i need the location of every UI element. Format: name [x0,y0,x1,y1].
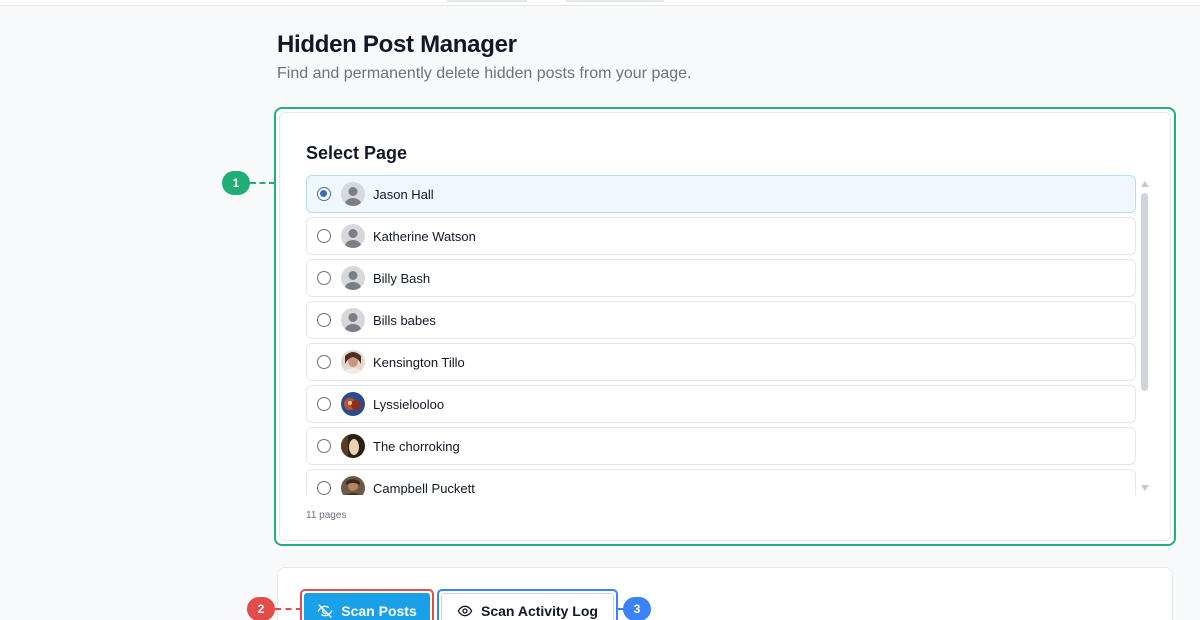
scan-activity-log-label: Scan Activity Log [481,603,598,619]
select-page-title: Select Page [306,143,408,163]
page-name: Campbell Puckett [373,480,475,496]
photo-avatar [341,350,365,374]
step-marker-1: 1 [222,171,250,195]
default-avatar-icon [341,182,365,206]
photo-avatar [341,434,365,458]
scan-posts-label: Scan Posts [341,603,417,619]
page-list-item[interactable]: The chorroking [306,427,1136,465]
step-marker-3: 3 [623,597,651,620]
page-list-scrollbar[interactable] [1140,177,1150,497]
page-list-item[interactable]: Jason Hall [306,175,1136,213]
radio-button[interactable] [317,355,331,369]
scan-posts-button-outline: Scan Posts [300,589,434,620]
page-name: Katherine Watson [373,228,476,244]
default-avatar-icon [341,266,365,290]
default-avatar-icon [341,308,365,332]
page-subtitle: Find and permanently delete hidden posts… [277,65,692,82]
top-bar [0,0,1200,6]
eye-icon [457,603,473,619]
page-list-item[interactable]: Bills babes [306,301,1136,339]
radio-button[interactable] [317,271,331,285]
page-name: Kensington Tillo [373,354,465,370]
marker-connector [250,182,275,184]
select-page-card: Select Page Jason Hall Katherine Watson [274,107,1176,546]
page-name: The chorroking [373,438,460,454]
top-tab-hint [566,0,664,2]
radio-button[interactable] [317,439,331,453]
select-page-panel: Select Page Jason Hall Katherine Watson [279,112,1171,541]
photo-avatar [341,392,365,416]
scan-posts-button[interactable]: Scan Posts [304,593,430,620]
scan-activity-log-button-outline: Scan Activity Log [437,589,618,620]
marker-connector [275,608,302,610]
page-name: Jason Hall [373,186,434,202]
radio-button[interactable] [317,397,331,411]
page-name: Billy Bash [373,270,431,286]
top-tab-hint [447,0,527,2]
radio-button[interactable] [317,313,331,327]
eye-off-icon [317,603,333,619]
scrollbar-thumb[interactable] [1141,193,1148,391]
page-list-item[interactable]: Billy Bash [306,259,1136,297]
page-list[interactable]: Jason Hall Katherine Watson Billy Bash B… [306,175,1138,495]
page-title: Hidden Post Manager [277,31,517,58]
page-list-item[interactable]: Katherine Watson [306,217,1136,255]
scan-activity-log-button[interactable]: Scan Activity Log [441,593,614,620]
radio-button-selected[interactable] [317,187,331,201]
radio-button[interactable] [317,481,331,495]
scroll-up-arrow-icon[interactable] [1141,181,1149,187]
page-list-item[interactable]: Kensington Tillo [306,343,1136,381]
scroll-down-arrow-icon[interactable] [1141,485,1149,491]
photo-avatar [341,476,365,495]
page-list-item[interactable]: Lyssielooloo [306,385,1136,423]
radio-button[interactable] [317,229,331,243]
page-list-item[interactable]: Campbell Puckett [306,469,1136,495]
default-avatar-icon [341,224,365,248]
page-name: Lyssielooloo [373,396,445,412]
page-name: Bills babes [373,312,436,328]
page-count: 11 pages [306,510,347,521]
step-marker-2: 2 [247,597,275,620]
